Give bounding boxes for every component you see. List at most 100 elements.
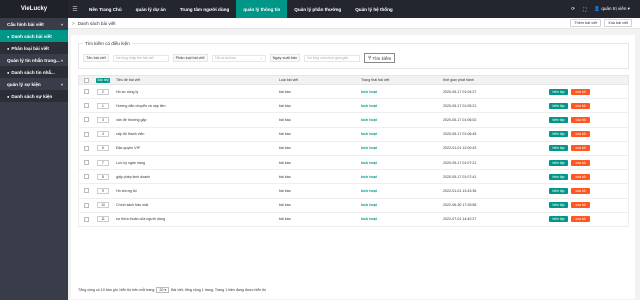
delete-button[interactable]: xóa bỏ	[571, 88, 590, 95]
row-checkbox[interactable]	[83, 216, 89, 222]
table-row: 11 sự thừa thuận của người dùng bài báo kíc…	[78, 212, 629, 227]
nav-item[interactable]: quản lý dự án	[129, 0, 173, 18]
articles-table: Sắp xếp Tiêu đề bài viết Loại bài viết T…	[78, 75, 629, 227]
sidebar-subitem[interactable]: ● Danh sách tin nhắ...	[0, 66, 68, 78]
brand-logo: VieLucky	[0, 0, 68, 18]
row-checkbox[interactable]	[83, 145, 89, 151]
sidebar-group[interactable]: Quản lý tin nhắn trung... ▾	[0, 54, 68, 66]
app-root: VieLucky ☰ Nền Trang Chủ quản lý dự án Tru…	[0, 0, 640, 300]
sort-order-button[interactable]: Sắp xếp	[96, 77, 110, 83]
row-checkbox[interactable]	[83, 202, 89, 208]
bullet-icon: ●	[7, 33, 10, 39]
row-checkbox[interactable]	[83, 174, 89, 180]
delete-button[interactable]: xóa bỏ	[571, 145, 590, 152]
delete-button[interactable]: xóa bỏ	[571, 102, 590, 109]
category-filter-select[interactable]: Tất cả bài báo ⌄	[211, 54, 266, 62]
order-input[interactable]: 7	[97, 159, 109, 166]
page-size-select[interactable]: 20 ▾	[156, 287, 170, 293]
edit-button[interactable]: biên tập	[549, 88, 568, 95]
delete-button[interactable]: xóa bỏ	[571, 187, 590, 194]
sidebar-label: Cấu hình bài viết	[7, 21, 44, 27]
edit-button[interactable]: biên tập	[549, 202, 568, 209]
sidebar-label: Quản lý tin nhắn trung...	[7, 57, 60, 63]
row-checkbox[interactable]	[83, 117, 89, 123]
pager-text-before: Tổng cộng có 10 bản ghi, hiển thị trên m…	[78, 288, 155, 292]
order-input[interactable]: 9	[97, 187, 109, 194]
column-title: Tiêu đề bài viết	[116, 78, 141, 82]
order-input[interactable]: 4	[97, 131, 109, 138]
order-input[interactable]: 6	[97, 145, 109, 152]
row-checkbox[interactable]	[83, 103, 89, 109]
status-badge: kích hoạt	[361, 188, 377, 193]
edit-button[interactable]: biên tập	[549, 102, 568, 109]
sidebar-label: Phân loại bài viết	[11, 45, 49, 51]
nav-item[interactable]: quản lý thông tin	[236, 0, 288, 18]
row-checkbox[interactable]	[83, 89, 89, 95]
edit-button[interactable]: biên tập	[549, 159, 568, 166]
table-body: 2 Hồ sơ công ty bài báo kích hoạt 2020-05-17…	[78, 85, 629, 227]
article-type: bài báo	[279, 188, 291, 193]
sidebar-label: quản lý sự kiện	[7, 81, 41, 87]
status-badge: kích hoạt	[361, 174, 377, 179]
row-checkbox[interactable]	[83, 131, 89, 137]
edit-button[interactable]: biên tập	[549, 131, 568, 138]
order-input[interactable]: 2	[97, 88, 109, 95]
order-input[interactable]: 10	[97, 202, 109, 209]
order-input[interactable]: 8	[97, 173, 109, 180]
status-badge: kích hoạt	[361, 146, 377, 151]
add-article-button[interactable]: Thêm bài viết	[570, 19, 602, 27]
refresh-icon[interactable]: ⟳	[571, 6, 575, 12]
publish-date: 2020-05-17 01:04:27	[443, 89, 477, 94]
table-row: 1 Hướng dẫn chuyển và nạp tiền bài báo kích…	[78, 99, 629, 114]
content-panel: Tìm kiếm có điều kiện Tên bài viết Vui l…	[71, 35, 635, 299]
nav-item[interactable]: Quản lý hệ thống	[348, 0, 400, 18]
row-checkbox[interactable]	[83, 188, 89, 194]
order-input[interactable]: 1	[97, 102, 109, 109]
article-title: giấy phép kinh doanh	[116, 174, 151, 179]
table-row: 2 Hồ sơ công ty bài báo kích hoạt 2020-05-17…	[78, 85, 629, 100]
article-title: Hồ chứng tôi	[116, 188, 137, 193]
sidebar-label: Danh sách sự kiện	[11, 93, 53, 99]
article-title: Chính sách bảo mật	[116, 203, 149, 208]
sidebar-subitem[interactable]: ● Danh sách sự kiện	[0, 90, 68, 102]
nav-item[interactable]: Trung tâm người dùng	[173, 0, 236, 18]
sidebar-subitem[interactable]: ● Phân loại bài viết	[0, 42, 68, 54]
delete-button[interactable]: xóa bỏ	[571, 202, 590, 209]
table-row: 10 Chính sách bảo mật bài báo kích hoạt 2022…	[78, 198, 629, 213]
nav-item[interactable]: Nền Trang Chủ	[82, 0, 129, 18]
sidebar-group[interactable]: Cấu hình bài viết ▾	[0, 18, 68, 30]
delete-button[interactable]: xóa bỏ	[571, 216, 590, 223]
publish-date: 2020-05-17 01:07:21	[443, 160, 477, 165]
date-filter-input[interactable]: Vui lòng chọn thời gian giải	[304, 54, 361, 62]
order-input[interactable]: 3	[97, 116, 109, 123]
sidebar-group[interactable]: quản lý sự kiện ▾	[0, 78, 68, 90]
delete-button[interactable]: xóa bỏ	[571, 159, 590, 166]
search-button-label: Tìm kiếm	[372, 55, 392, 61]
menu-toggle-icon[interactable]: ☰	[68, 6, 82, 13]
publish-date: 2020-05-17 01:05:21	[443, 103, 477, 108]
edit-button[interactable]: biên tập	[549, 173, 568, 180]
publish-date: 2022-06-30 17:25:56	[443, 203, 477, 208]
fullscreen-icon[interactable]: ⛶	[583, 7, 586, 12]
edit-button[interactable]: biên tập	[549, 116, 568, 123]
delete-button[interactable]: xóa bỏ	[571, 173, 590, 180]
title-filter-label: Tên bài viết	[83, 54, 109, 62]
delete-article-button[interactable]: Xóa bài viết	[604, 19, 632, 27]
nav-item[interactable]: Quản lý phần thưởng	[287, 0, 348, 18]
delete-button[interactable]: xóa bỏ	[571, 131, 590, 138]
delete-button[interactable]: xóa bỏ	[571, 116, 590, 123]
sidebar-subitem[interactable]: ● Danh sách bài viết	[0, 30, 68, 42]
edit-button[interactable]: biên tập	[549, 216, 568, 223]
user-name: quản trị viên	[601, 6, 627, 11]
user-menu[interactable]: 👤 quản trị viên ▾	[594, 6, 630, 12]
edit-button[interactable]: biên tập	[549, 187, 568, 194]
table-row: 9 Hồ chứng tôi bài báo kích hoạt 2022-01-01 …	[78, 184, 629, 199]
title-filter-input[interactable]: Vui lòng nhập tên bài viết	[112, 54, 169, 62]
table-row: 8 giấy phép kinh doanh bài báo kích hoạt 202…	[78, 170, 629, 185]
row-checkbox[interactable]	[83, 160, 89, 166]
edit-button[interactable]: biên tập	[549, 145, 568, 152]
search-button[interactable]: ⚲ Tìm kiếm	[364, 53, 396, 63]
select-all-checkbox[interactable]	[83, 77, 89, 83]
column-date: thời gian phát hành	[443, 78, 474, 82]
order-input[interactable]: 11	[97, 216, 109, 223]
